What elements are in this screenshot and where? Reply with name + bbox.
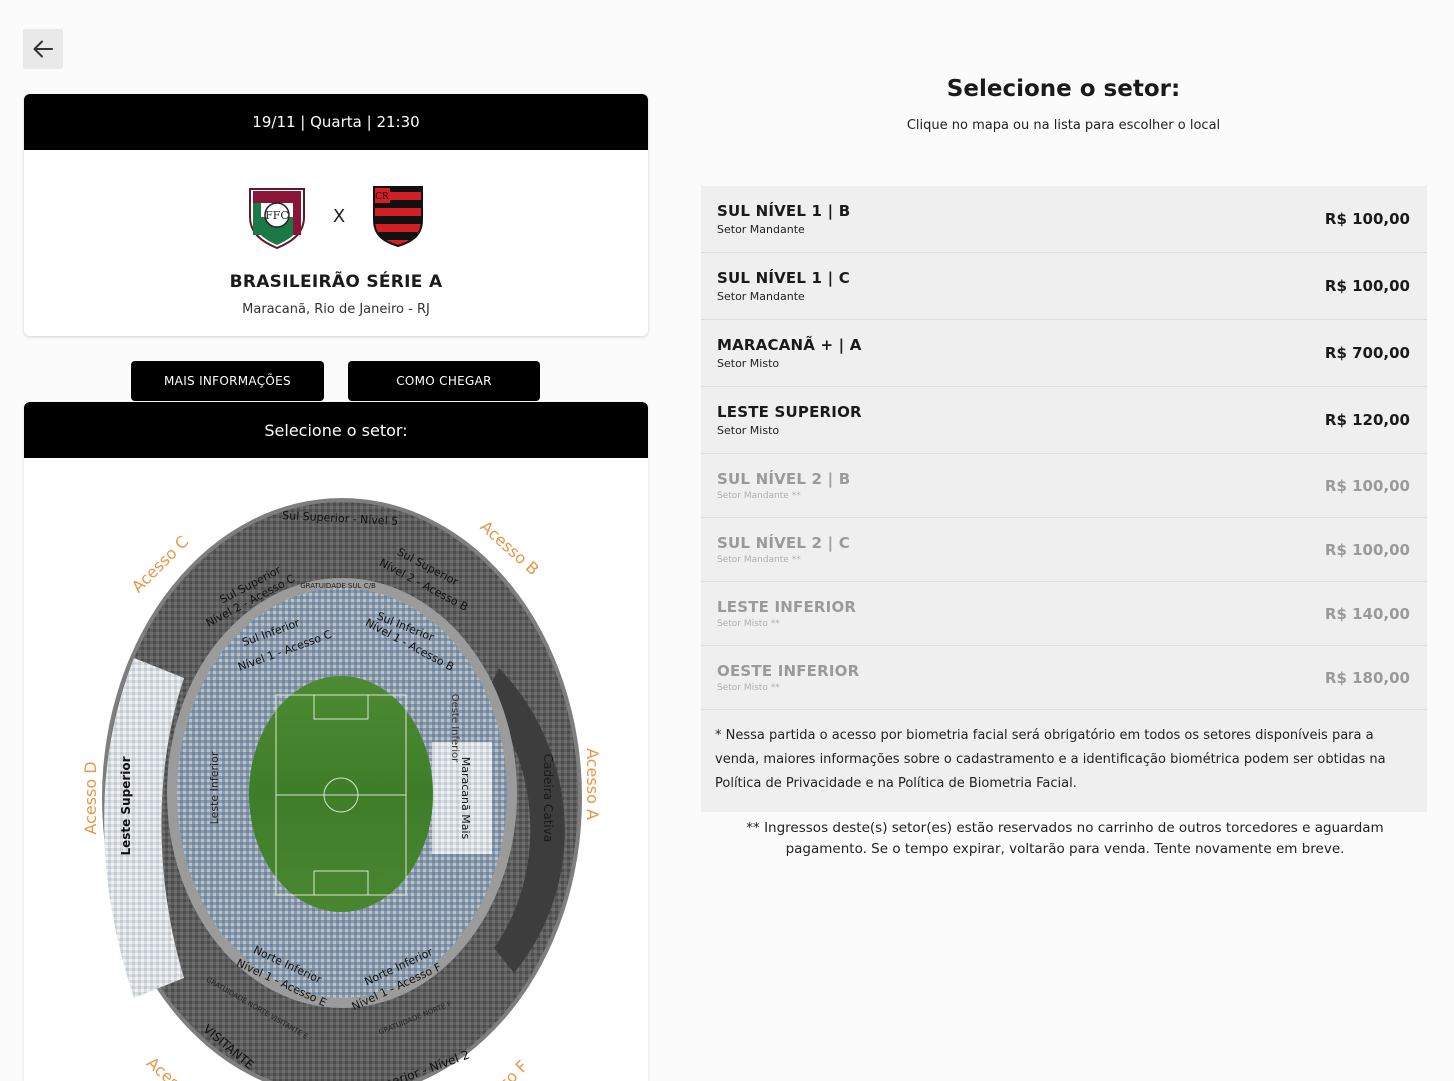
sector-name: LESTE INFERIOR (717, 598, 857, 616)
sector-name: SUL NÍVEL 1 | B (717, 202, 851, 220)
sector-price: R$ 120,00 (1324, 411, 1410, 429)
biometry-note: * Nessa partida o acesso por biometria f… (715, 728, 1386, 791)
sector-price: R$ 700,00 (1324, 344, 1410, 362)
sector-list: SUL NÍVEL 1 | B Setor Mandante R$ 100,00… (701, 186, 1427, 812)
svg-text:FFC: FFC (265, 209, 289, 222)
label-acesso-f: Acesso F (469, 1057, 532, 1081)
sector-type: Setor Misto ** (717, 619, 780, 629)
label-cadeira-cativa: Cadeira Cativa (541, 754, 555, 842)
sector-type: Setor Mandante (717, 290, 805, 303)
label-gratuidade-sul: GRATUIDADE SUL C/B (300, 582, 376, 590)
sector-type: Setor Misto (717, 357, 780, 370)
sector-name: MARACANÃ + | A (717, 336, 862, 354)
pitch (249, 676, 433, 912)
sector-price: R$ 140,00 (1324, 604, 1410, 623)
teams-row: FFC X CR (24, 183, 648, 249)
sector-price: R$ 180,00 (1324, 668, 1410, 687)
sector-row-reserved: OESTE INFERIOR Setor Misto ** R$ 180,00 (701, 646, 1427, 710)
versus-label: X (332, 205, 346, 227)
sector-type: Setor Mandante ** (717, 491, 801, 501)
reserved-note: ** Ingressos deste(s) setor(es) estão re… (746, 820, 1384, 857)
sector-name: OESTE INFERIOR (717, 662, 860, 680)
sector-row[interactable]: SUL NÍVEL 1 | B Setor Mandante R$ 100,00 (701, 186, 1427, 253)
stadium-map-panel: Selecione o setor: Sul Superior - Nível … (24, 402, 648, 1081)
sector-price: R$ 100,00 (1324, 540, 1410, 559)
arrow-left-icon (33, 40, 53, 58)
sector-type: Setor Mandante ** (717, 555, 801, 565)
label-maracana-mais: Maracanã Mais (459, 757, 472, 840)
sector-name: LESTE SUPERIOR (717, 403, 862, 421)
sector-type: Setor Misto (717, 424, 780, 437)
label-acesso-a: Acesso A (583, 748, 602, 820)
sector-name: SUL NÍVEL 2 | C (717, 534, 850, 552)
label-leste-superior: Leste Superior (119, 756, 133, 855)
sector-price: R$ 100,00 (1324, 476, 1410, 495)
label-acesso-d: Acesso D (81, 761, 100, 834)
more-info-button[interactable]: MAIS INFORMAÇÕES (131, 361, 324, 401)
directions-button[interactable]: COMO CHEGAR (348, 361, 540, 401)
back-button[interactable] (23, 29, 63, 69)
sector-name: SUL NÍVEL 2 | B (717, 470, 851, 488)
fluminense-crest-icon: FFC (248, 188, 305, 249)
sector-price: R$ 100,00 (1324, 277, 1410, 295)
sector-row-reserved: SUL NÍVEL 2 | B Setor Mandante ** R$ 100… (701, 454, 1427, 518)
sector-select-subtitle: Clique no mapa ou na lista para escolher… (906, 118, 1221, 133)
sector-select-title: Selecione o setor: (946, 76, 1181, 102)
flamengo-crest-icon: CR (373, 186, 424, 248)
sector-price: R$ 100,00 (1324, 210, 1410, 228)
venue-name: Maracanã, Rio de Janeiro - RJ (242, 302, 430, 317)
competition-name: BRASILEIRÃO SÉRIE A (229, 272, 443, 292)
sector-name: SUL NÍVEL 1 | C (717, 269, 850, 287)
label-acesso-e: Acesso E (143, 1053, 208, 1081)
stadium-map[interactable]: Sul Superior - Nível 5 Sul Superior Níve… (24, 458, 648, 1081)
sector-row[interactable]: SUL NÍVEL 1 | C Setor Mandante R$ 100,00 (701, 253, 1427, 320)
label-oeste-inferior: Oeste Inferior (449, 694, 460, 763)
event-date: 19/11 | Quarta | 21:30 (24, 94, 648, 150)
map-header: Selecione o setor: (24, 402, 648, 458)
event-card: 19/11 | Quarta | 21:30 FFC X CR BRASILEI… (24, 94, 648, 336)
svg-text:CR: CR (375, 192, 389, 202)
sector-row-reserved: SUL NÍVEL 2 | C Setor Mandante ** R$ 100… (701, 518, 1427, 582)
label-leste-inferior: Leste Inferior (208, 751, 221, 824)
sector-row[interactable]: LESTE SUPERIOR Setor Misto R$ 120,00 (701, 387, 1427, 454)
sector-type: Setor Mandante (717, 223, 805, 236)
sector-type: Setor Misto ** (717, 683, 780, 693)
sector-row-reserved: LESTE INFERIOR Setor Misto ** R$ 140,00 (701, 582, 1427, 646)
sector-row[interactable]: MARACANÃ + | A Setor Misto R$ 700,00 (701, 320, 1427, 387)
